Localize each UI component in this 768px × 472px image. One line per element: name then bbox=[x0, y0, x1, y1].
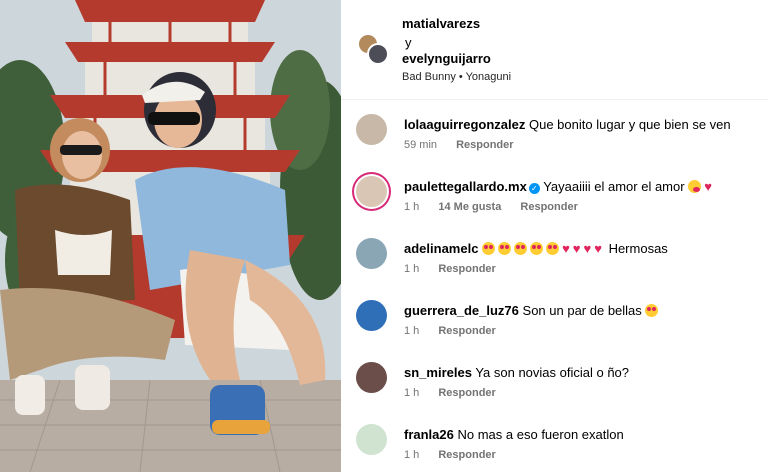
comment-time: 59 min bbox=[404, 139, 438, 151]
red-heart-emoji-icon: ♥ bbox=[562, 241, 570, 256]
red-heart-emoji-icon: ♥ bbox=[583, 241, 592, 256]
comment-item: lolaaguirregonzalez Que bonito lugar y q… bbox=[341, 100, 768, 162]
comment-meta: 1 h Responder bbox=[404, 263, 512, 275]
comment-meta: 1 h Responder bbox=[404, 387, 512, 399]
post-photo bbox=[0, 0, 341, 472]
comment-item: sn_mireles Ya son novias oficial o ño? 1… bbox=[341, 348, 768, 410]
verified-check-icon: ✓ bbox=[528, 183, 540, 194]
heart-eyes-emoji-icon bbox=[514, 242, 528, 255]
comment-text: adelinamelc ♥ ♥ ♥ ♥ Hermosas bbox=[404, 241, 760, 257]
comment-item: franla26 No mas a eso fueron exatlon 1 h… bbox=[341, 410, 768, 472]
comment-username[interactable]: sn_mireles bbox=[404, 365, 472, 380]
comment-item: paulettegallardo.mx ✓ Yayaaiiii el amor e… bbox=[341, 162, 768, 224]
comment-username[interactable]: guerrera_de_luz76 bbox=[404, 303, 519, 318]
audio-separator: • bbox=[458, 71, 463, 83]
avatar[interactable] bbox=[356, 300, 387, 331]
red-heart-emoji-icon: ♥ bbox=[572, 241, 581, 256]
red-heart-emoji-icon: ♥ bbox=[594, 241, 602, 256]
collab-username[interactable]: evelynguijarro bbox=[402, 51, 491, 66]
comment-item: adelinamelc ♥ ♥ ♥ ♥ Hermosas 1 h Responder bbox=[341, 224, 768, 286]
heart-eyes-emoji-icon bbox=[645, 304, 659, 317]
reply-button[interactable]: Responder bbox=[438, 263, 495, 275]
avatar[interactable] bbox=[356, 176, 387, 207]
comment-username[interactable]: paulettegallardo.mx bbox=[404, 179, 527, 194]
comment-time: 1 h bbox=[404, 263, 420, 275]
likes-count[interactable]: 14 Me gusta bbox=[438, 201, 501, 213]
heart-eyes-emoji-icon bbox=[498, 242, 512, 255]
comment-time: 1 h bbox=[404, 325, 420, 337]
comment-text: guerrera_de_luz76 Son un par de bellas bbox=[404, 303, 760, 319]
comment-body: Ya son novias oficial o ño? bbox=[475, 365, 630, 380]
comment-body: Que bonito lugar y que bien se ven bbox=[529, 117, 731, 132]
comment-text: franla26 No mas a eso fueron exatlon bbox=[404, 427, 760, 443]
audio-info[interactable]: Bad Bunny • Yonaguni bbox=[402, 71, 511, 83]
reply-button[interactable]: Responder bbox=[520, 201, 577, 213]
post-header: matialvarezs y evelynguijarro Bad Bunny … bbox=[341, 0, 768, 100]
comment-text: sn_mireles Ya son novias oficial o ño? bbox=[404, 365, 760, 381]
red-heart-emoji-icon: ♥ bbox=[704, 179, 712, 194]
comment-body: Yayaaiiii el amor el amor bbox=[543, 179, 685, 194]
comment-username[interactable]: franla26 bbox=[404, 427, 454, 442]
comment-time: 1 h bbox=[404, 387, 420, 399]
audio-track[interactable]: Yonaguni bbox=[466, 71, 511, 83]
audio-artist[interactable]: Bad Bunny bbox=[402, 71, 456, 83]
comment-username[interactable]: lolaaguirregonzalez bbox=[404, 117, 525, 132]
avatar[interactable] bbox=[356, 424, 387, 455]
avatar[interactable] bbox=[367, 43, 389, 65]
comment-body: No mas a eso fueron exatlon bbox=[457, 427, 624, 442]
avatar[interactable] bbox=[356, 114, 387, 145]
reply-button[interactable]: Responder bbox=[438, 325, 495, 337]
comments-panel: matialvarezs y evelynguijarro Bad Bunny … bbox=[341, 0, 768, 472]
comment-item: guerrera_de_luz76 Son un par de bellas 1… bbox=[341, 286, 768, 348]
author-username[interactable]: matialvarezs bbox=[402, 16, 480, 31]
reply-button[interactable]: Responder bbox=[438, 449, 495, 461]
comment-meta: 1 h Responder bbox=[404, 449, 512, 461]
heart-eyes-emoji-icon bbox=[546, 242, 560, 255]
comment-text: lolaaguirregonzalez Que bonito lugar y q… bbox=[404, 117, 760, 133]
comment-text: paulettegallardo.mx ✓ Yayaaiiii el amor e… bbox=[404, 179, 760, 195]
comment-meta: 1 h Responder bbox=[404, 325, 512, 337]
comment-meta: 1 h 14 Me gusta Responder bbox=[404, 201, 594, 213]
comment-username[interactable]: adelinamelc bbox=[404, 241, 478, 256]
heart-eyes-emoji-icon bbox=[530, 242, 544, 255]
comment-time: 1 h bbox=[404, 201, 420, 213]
reply-button[interactable]: Responder bbox=[456, 139, 513, 151]
avatar[interactable] bbox=[356, 362, 387, 393]
heart-eyes-emoji-icon bbox=[482, 242, 496, 255]
comment-body: Son un par de bellas bbox=[522, 303, 642, 318]
avatar[interactable] bbox=[356, 238, 387, 269]
smiling-hearts-emoji-icon bbox=[688, 180, 702, 193]
collab-avatars[interactable] bbox=[357, 33, 391, 67]
collab-conjunction: y bbox=[405, 35, 412, 50]
comment-time: 1 h bbox=[404, 449, 420, 461]
comment-meta: 59 min Responder bbox=[404, 139, 530, 151]
comment-body: Hermosas bbox=[608, 241, 668, 256]
reply-button[interactable]: Responder bbox=[438, 387, 495, 399]
